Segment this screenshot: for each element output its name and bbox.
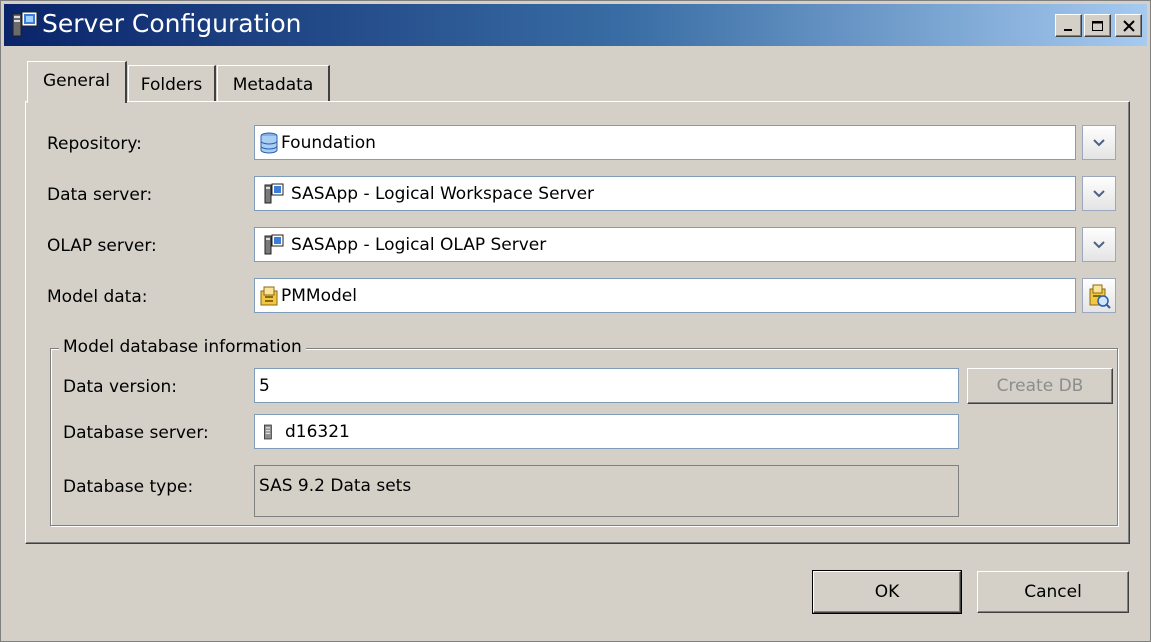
repository-select[interactable]: Foundation: [254, 125, 1076, 160]
database-icon: [260, 132, 278, 153]
close-button[interactable]: [1115, 14, 1142, 37]
server-tower-icon: [264, 424, 272, 439]
server-config-icon: [12, 11, 38, 37]
create-db-label: Create DB: [996, 376, 1084, 396]
chevron-down-icon: [1093, 189, 1105, 197]
database-type-label: Database type:: [63, 477, 194, 497]
maximize-icon: [1091, 20, 1103, 31]
minimize-icon: [1063, 28, 1072, 31]
data-version-label: Data version:: [63, 377, 177, 397]
olap-server-select[interactable]: SASApp - Logical OLAP Server: [254, 227, 1076, 262]
tab-metadata[interactable]: Metadata: [217, 65, 330, 102]
chevron-down-icon: [1093, 240, 1105, 248]
model-data-browse-button[interactable]: [1082, 278, 1116, 313]
logical-server-icon: [264, 183, 284, 203]
chevron-down-icon: [1093, 138, 1105, 146]
olap-server-dropdown-button[interactable]: [1082, 227, 1116, 262]
model-folder-icon: [260, 286, 278, 305]
window-title: Server Configuration: [42, 9, 302, 38]
model-data-field[interactable]: PMModel: [254, 278, 1076, 313]
data-server-select[interactable]: SASApp - Logical Workspace Server: [254, 176, 1076, 211]
data-server-value: SASApp - Logical Workspace Server: [291, 183, 595, 204]
cancel-button[interactable]: Cancel: [977, 571, 1129, 613]
tab-metadata-label: Metadata: [232, 75, 314, 95]
repository-value: Foundation: [281, 132, 376, 153]
cancel-label: Cancel: [1024, 582, 1082, 602]
maximize-button[interactable]: [1084, 14, 1111, 37]
database-server-label: Database server:: [63, 423, 209, 443]
data-server-label: Data server:: [47, 185, 153, 205]
tab-general-label: General: [43, 71, 110, 91]
model-database-group-title: Model database information: [59, 337, 306, 357]
repository-label: Repository:: [47, 134, 142, 154]
title-bar[interactable]: Server Configuration: [4, 4, 1147, 46]
tab-folders-label: Folders: [140, 75, 203, 95]
ok-button[interactable]: OK: [812, 570, 962, 614]
close-icon: [1122, 19, 1135, 32]
data-version-field[interactable]: 5: [254, 368, 959, 403]
database-type-field: SAS 9.2 Data sets: [254, 465, 959, 517]
tab-general[interactable]: General: [27, 61, 127, 103]
database-type-value: SAS 9.2 Data sets: [259, 476, 412, 496]
data-server-dropdown-button[interactable]: [1082, 176, 1116, 211]
minimize-button[interactable]: [1055, 14, 1082, 37]
data-version-value: 5: [259, 375, 270, 396]
tab-folders[interactable]: Folders: [128, 65, 216, 102]
database-server-value: d16321: [285, 421, 350, 442]
ok-label: OK: [874, 582, 900, 602]
repository-dropdown-button[interactable]: [1082, 125, 1116, 160]
logical-server-icon: [264, 234, 284, 254]
server-configuration-window: Server Configuration General Folders Met…: [0, 0, 1151, 642]
model-data-label: Model data:: [47, 287, 148, 307]
olap-server-value: SASApp - Logical OLAP Server: [291, 234, 547, 255]
olap-server-label: OLAP server:: [47, 236, 157, 256]
model-data-value: PMModel: [281, 285, 357, 306]
database-server-field[interactable]: d16321: [254, 414, 959, 449]
create-db-button[interactable]: Create DB: [967, 368, 1113, 404]
browse-model-icon: [1089, 284, 1111, 309]
